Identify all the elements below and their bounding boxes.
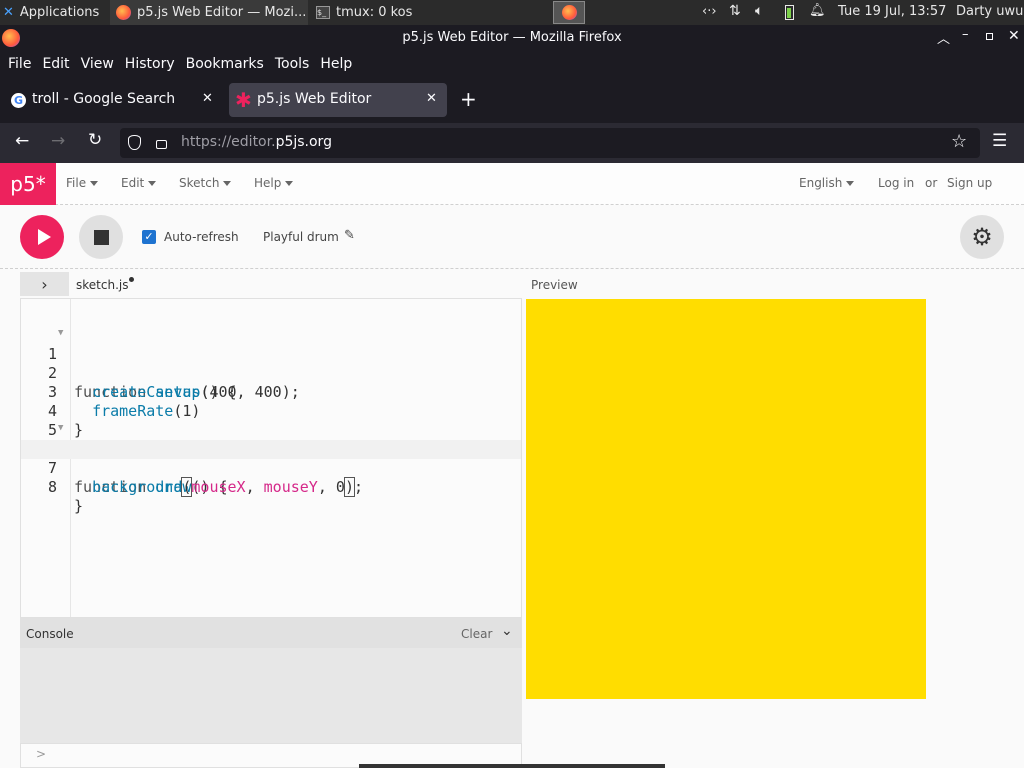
volume-icon[interactable]: 🔈︎ <box>755 3 763 19</box>
scrollbar[interactable] <box>359 764 665 768</box>
menu-edit[interactable]: Edit <box>42 56 69 72</box>
lock-icon[interactable] <box>156 140 167 149</box>
tab-google-search[interactable]: G troll - Google Search ✕ <box>4 83 224 117</box>
window-titlebar: p5.js Web Editor — Mozilla Firefox ︿ – ✕ <box>0 25 1024 51</box>
tab-bar: G troll - Google Search ✕ ✱ p5.js Web Ed… <box>0 77 1024 123</box>
auto-refresh-checkbox[interactable]: ✓ <box>142 230 156 244</box>
close-window-button[interactable]: ✕ <box>1008 28 1020 44</box>
url-bar[interactable]: https://editor.p5js.org ☆ <box>120 128 980 158</box>
code-line[interactable]: 6 ▼ function draw() { <box>21 419 521 496</box>
restore-button[interactable] <box>986 33 993 40</box>
firefox-menubar: File Edit View History Bookmarks Tools H… <box>0 51 1024 77</box>
close-tab-icon[interactable]: ✕ <box>202 91 213 106</box>
code-line[interactable]: 8 } <box>21 459 521 515</box>
terminal-icon: $_ <box>316 6 330 19</box>
stop-button[interactable] <box>79 215 123 259</box>
applications-menu[interactable]: ✕ Applications <box>0 0 108 25</box>
code-line[interactable]: 3 frameRate(1) <box>21 364 521 420</box>
login-link[interactable]: Log in <box>878 176 914 190</box>
new-tab-plus-icon[interactable]: + <box>460 87 477 111</box>
chevron-down-icon <box>285 181 294 186</box>
tab-p5-editor[interactable]: ✱ p5.js Web Editor ✕ <box>229 83 447 117</box>
firefox-icon <box>561 5 577 20</box>
p5-menu-help[interactable]: Help <box>254 176 294 190</box>
shield-icon[interactable] <box>128 135 141 150</box>
code-line[interactable]: 2 createCanvas(400, 400); <box>21 345 521 401</box>
firefox-icon <box>116 5 131 20</box>
os-taskbar: ✕ Applications p5.js Web Editor — Mozi..… <box>0 0 1024 25</box>
reload-icon[interactable]: ↻ <box>88 130 102 150</box>
sketch-canvas[interactable] <box>526 299 926 699</box>
chevron-down-icon <box>90 181 99 186</box>
back-arrow-icon[interactable]: ← <box>15 131 29 151</box>
xfce-icon: ✕ <box>3 5 14 20</box>
menu-help[interactable]: Help <box>320 56 352 72</box>
p5-menu-file[interactable]: File <box>66 176 99 190</box>
menu-history[interactable]: History <box>125 56 175 72</box>
p5-nav: p5* File Edit Sketch Help English Log in… <box>0 163 1024 205</box>
sketch-name[interactable]: Playful drum <box>263 230 339 244</box>
collapse-console-icon[interactable]: ⌄ <box>501 623 513 639</box>
settings-button[interactable]: ⚙ <box>960 215 1004 259</box>
stop-icon <box>93 229 109 245</box>
console-prompt: > <box>36 747 47 761</box>
p5-asterisk-icon: ✱ <box>235 88 252 112</box>
pencil-edit-icon[interactable]: ✎ <box>344 228 355 243</box>
network-arrows-icon[interactable]: ‹·› <box>702 4 717 19</box>
navigation-bar: ← → ↻ https://editor.p5js.org ☆ ☰ <box>0 123 1024 163</box>
transfer-icon[interactable]: ⇅ <box>729 3 741 19</box>
battery-icon[interactable] <box>785 5 794 20</box>
console-title: Console <box>26 627 74 641</box>
play-button[interactable] <box>20 215 64 259</box>
fold-arrow-icon[interactable]: ▼ <box>58 419 63 438</box>
console-header: Console Clear ⌄ <box>20 618 522 648</box>
google-icon: G <box>11 93 26 108</box>
console-clear-button[interactable]: Clear <box>461 627 492 641</box>
menu-bookmarks[interactable]: Bookmarks <box>186 56 264 72</box>
taskbar-item-terminal[interactable]: $_ tmux: 0 kos <box>312 0 508 25</box>
expand-sidebar-button[interactable]: › <box>20 272 69 296</box>
fold-arrow-icon[interactable]: ▼ <box>58 324 63 343</box>
window-switcher[interactable] <box>553 1 585 24</box>
url-text[interactable]: https://editor.p5js.org <box>181 134 332 150</box>
menu-tools[interactable]: Tools <box>275 56 310 72</box>
window-title: p5.js Web Editor — Mozilla Firefox <box>402 30 622 45</box>
code-line[interactable]: 5 <box>21 402 521 439</box>
menu-view[interactable]: View <box>81 56 114 72</box>
console-output <box>20 648 522 743</box>
file-tab-sketch[interactable]: sketch.js <box>76 278 128 292</box>
chevron-right-icon: › <box>41 274 48 294</box>
signup-link[interactable]: Sign up <box>947 176 992 190</box>
taskbar-item-firefox[interactable]: p5.js Web Editor — Mozi... <box>110 0 308 25</box>
language-select[interactable]: English <box>799 176 855 190</box>
forward-arrow-icon[interactable]: → <box>51 131 65 151</box>
hamburger-menu-icon[interactable]: ☰ <box>992 131 1007 151</box>
notification-bell-icon[interactable]: 🔔︎ <box>809 3 826 18</box>
bookmark-star-icon[interactable]: ☆ <box>951 131 967 152</box>
chevron-down-icon <box>223 181 232 186</box>
p5-menu-edit[interactable]: Edit <box>121 176 157 190</box>
gear-icon: ⚙ <box>971 223 993 251</box>
code-editor[interactable]: 1 ▼ function setup() { 2 createCanvas(40… <box>20 298 522 618</box>
code-line[interactable]: 4 } <box>21 383 521 439</box>
code-line-active[interactable]: 7 background(mouseX, mouseY, 0); <box>21 440 521 497</box>
maximize-up-icon[interactable]: ︿ <box>937 28 950 47</box>
editor-tab-strip: › sketch.js <box>20 272 522 298</box>
clock[interactable]: Tue 19 Jul, 13:57 <box>838 4 946 19</box>
p5-logo[interactable]: p5* <box>0 163 56 205</box>
or-text: or <box>925 176 938 190</box>
user-menu[interactable]: Darty uwu <box>956 4 1023 19</box>
menu-file[interactable]: File <box>8 56 31 72</box>
sketch-toolbar: ✓ Auto-refresh Playful drum ✎ ⚙ <box>0 205 1024 269</box>
play-icon <box>37 229 51 245</box>
p5-menu-sketch[interactable]: Sketch <box>179 176 232 190</box>
code-line[interactable]: 1 ▼ function setup() { <box>21 324 521 401</box>
chevron-down-icon <box>148 181 157 186</box>
unsaved-dot-icon <box>129 277 134 282</box>
minimize-button[interactable]: – <box>962 27 969 42</box>
auto-refresh-label: Auto-refresh <box>164 230 239 244</box>
chevron-down-icon <box>846 181 855 186</box>
preview-label: Preview <box>531 278 578 292</box>
close-tab-icon[interactable]: ✕ <box>426 91 437 106</box>
